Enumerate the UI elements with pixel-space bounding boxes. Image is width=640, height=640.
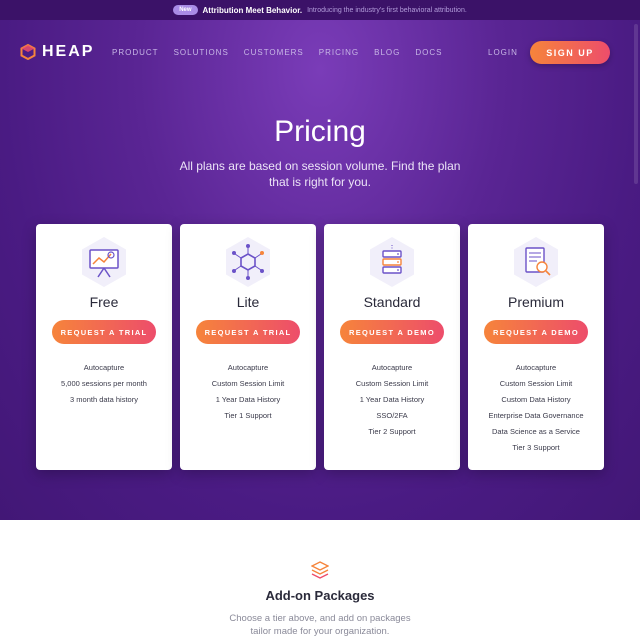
feature-item: 3 month data history: [70, 395, 138, 404]
feature-item: Tier 1 Support: [224, 411, 272, 420]
announcement-subtext[interactable]: Introducing the industry's first behavio…: [307, 7, 467, 14]
feature-item: 5,000 sessions per month: [61, 379, 147, 388]
page-subtitle: All plans are based on session volume. F…: [179, 159, 461, 189]
feature-item: Autocapture: [83, 363, 125, 372]
addon-packages-subtitle: Choose a tier above, and add on packages…: [229, 613, 411, 637]
nav-product[interactable]: PRODUCT: [112, 48, 159, 57]
request-demo-button[interactable]: REQUEST A DEMO: [484, 320, 588, 344]
feature-item: Custom Session Limit: [499, 379, 573, 388]
new-badge: New: [173, 5, 198, 15]
document-search-icon: [514, 237, 558, 287]
logo-text: HEAP: [42, 43, 95, 60]
layers-icon: [311, 561, 329, 579]
heap-logo[interactable]: HEAP: [20, 43, 94, 61]
nav-customers[interactable]: CUSTOMERS: [244, 48, 304, 57]
feature-item: Autocapture: [227, 363, 269, 372]
signup-button[interactable]: SIGN UP: [530, 41, 610, 64]
page-title: Pricing: [274, 115, 366, 148]
feature-item: Data Science as a Service: [492, 427, 580, 436]
plan-name: Standard: [363, 294, 421, 310]
feature-list: Autocapture Custom Session Limit 1 Year …: [324, 363, 460, 443]
request-trial-button[interactable]: REQUEST A TRIAL: [196, 320, 300, 344]
feature-item: Enterprise Data Governance: [488, 411, 584, 420]
plan-card-lite: Lite REQUEST A TRIAL Autocapture Custom …: [180, 224, 316, 470]
feature-item: Autocapture: [515, 363, 557, 372]
feature-item: 1 Year Data History: [359, 395, 425, 404]
plan-card-premium: Premium REQUEST A DEMO Autocapture Custo…: [468, 224, 604, 470]
nav-solutions[interactable]: SOLUTIONS: [174, 48, 229, 57]
request-trial-button[interactable]: REQUEST A TRIAL: [52, 320, 156, 344]
feature-item: Autocapture: [371, 363, 413, 372]
nav-docs[interactable]: DOCS: [415, 48, 442, 57]
main-nav: PRODUCT SOLUTIONS CUSTOMERS PRICING BLOG…: [112, 48, 442, 57]
feature-item: Tier 3 Support: [512, 443, 560, 452]
feature-list: Autocapture Custom Session Limit Custom …: [468, 363, 604, 459]
plan-card-free: Free REQUEST A TRIAL Autocapture 5,000 s…: [36, 224, 172, 470]
announcement-headline[interactable]: Attribution Meet Behavior.: [203, 6, 303, 15]
feature-list: Autocapture 5,000 sessions per month 3 m…: [36, 363, 172, 411]
feature-list: Autocapture Custom Session Limit 1 Year …: [180, 363, 316, 427]
presentation-chart-icon: [82, 237, 126, 287]
login-link[interactable]: LOGIN: [488, 48, 518, 57]
plan-name: Free: [89, 294, 119, 310]
nav-pricing[interactable]: PRICING: [319, 48, 359, 57]
plan-name: Lite: [236, 294, 260, 310]
feature-item: Custom Data History: [501, 395, 571, 404]
scrollbar[interactable]: [634, 24, 638, 184]
network-hexagon-icon: [226, 237, 270, 287]
feature-item: Tier 2 Support: [368, 427, 416, 436]
heap-logo-icon: [20, 44, 36, 60]
addon-packages-title: Add-on Packages: [265, 588, 375, 603]
announcement-bar[interactable]: New Attribution Meet Behavior. Introduci…: [0, 0, 640, 20]
plan-name: Premium: [507, 294, 564, 310]
feature-item: Custom Session Limit: [355, 379, 429, 388]
feature-item: SSO/2FA: [376, 411, 408, 420]
feature-item: Custom Session Limit: [211, 379, 285, 388]
feature-item: 1 Year Data History: [215, 395, 281, 404]
server-stack-icon: [370, 237, 414, 287]
request-demo-button[interactable]: REQUEST A DEMO: [340, 320, 444, 344]
nav-blog[interactable]: BLOG: [374, 48, 400, 57]
plan-card-standard: Standard REQUEST A DEMO Autocapture Cust…: [324, 224, 460, 470]
